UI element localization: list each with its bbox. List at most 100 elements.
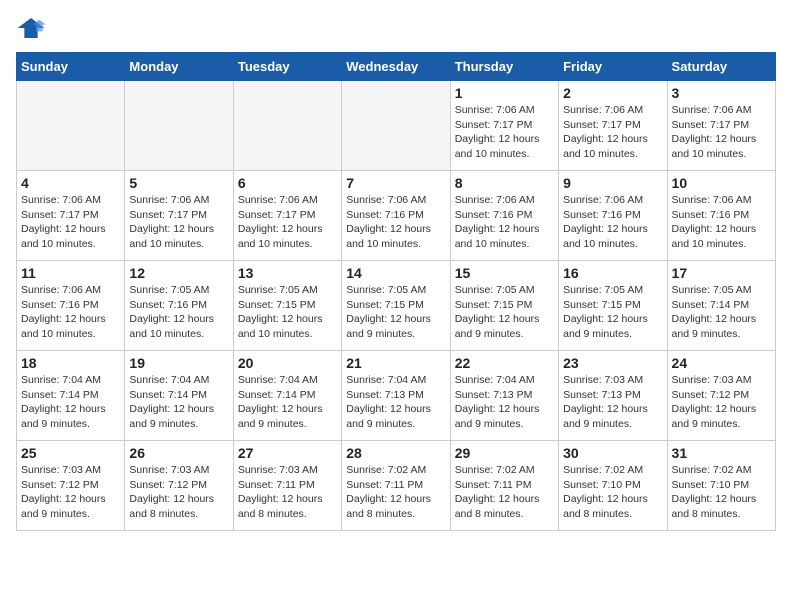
day-number: 15: [455, 265, 554, 281]
day-number: 8: [455, 175, 554, 191]
calendar-cell: 21Sunrise: 7:04 AM Sunset: 7:13 PM Dayli…: [342, 351, 450, 441]
calendar-cell: [233, 81, 341, 171]
day-number: 12: [129, 265, 228, 281]
day-info: Sunrise: 7:06 AM Sunset: 7:16 PM Dayligh…: [455, 193, 554, 252]
day-info: Sunrise: 7:02 AM Sunset: 7:10 PM Dayligh…: [672, 463, 771, 522]
calendar-cell: 1Sunrise: 7:06 AM Sunset: 7:17 PM Daylig…: [450, 81, 558, 171]
day-number: 24: [672, 355, 771, 371]
calendar-cell: [17, 81, 125, 171]
day-info: Sunrise: 7:06 AM Sunset: 7:17 PM Dayligh…: [672, 103, 771, 162]
calendar-cell: 10 Sunrise: 7:06 AM Sunset: 7:16 PM Dayli…: [667, 171, 775, 261]
calendar-cell: 14 Sunrise: 7:05 AM Sunset: 7:15 PM Dayli…: [342, 261, 450, 351]
calendar-cell: 26 Sunrise: 7:03 AM Sunset: 7:12 PM Dayli…: [125, 441, 233, 531]
day-info: Sunrise: 7:06 AM Sunset: 7:17 PM Dayligh…: [129, 193, 228, 252]
day-number: 16: [563, 265, 662, 281]
header: [16, 16, 776, 40]
day-number: 3: [672, 85, 771, 101]
day-number: 26: [129, 445, 228, 461]
calendar-cell: 15 Sunrise: 7:05 AM Sunset: 7:15 PM Dayli…: [450, 261, 558, 351]
day-info: Sunrise: 7:02 AM Sunset: 7:11 PM Dayligh…: [346, 463, 445, 522]
calendar-cell: 29Sunrise: 7:02 AM Sunset: 7:11 PM Dayli…: [450, 441, 558, 531]
calendar-table: SundayMondayTuesdayWednesdayThursdayFrid…: [16, 52, 776, 531]
week-row-1: 1 Sunrise: 7:06 AM Sunset: 7:17 PM Daylig…: [17, 81, 776, 171]
day-header-sunday: Sunday: [17, 53, 125, 81]
day-number: 2: [563, 85, 662, 101]
day-number: 10: [672, 175, 771, 191]
calendar-cell: 6Sunrise: 7:06 AM Sunset: 7:17 PM Daylig…: [233, 171, 341, 261]
calendar-cell: 25 Sunrise: 7:03 AM Sunset: 7:12 PM Dayli…: [17, 441, 125, 531]
day-info: Sunrise: 7:04 AM Sunset: 7:14 PM Dayligh…: [129, 373, 228, 432]
day-info: Sunrise: 7:04 AM Sunset: 7:14 PM Dayligh…: [238, 373, 337, 432]
calendar-cell: 16 Sunrise: 7:05 AM Sunset: 7:15 PM Dayli…: [559, 261, 667, 351]
day-number: 9: [563, 175, 662, 191]
calendar-cell: 4 Sunrise: 7:06 AM Sunset: 7:17 PM Daylig…: [17, 171, 125, 261]
calendar-cell: 27 Sunrise: 7:03 AM Sunset: 7:11 PM Dayli…: [233, 441, 341, 531]
day-number: 13: [238, 265, 337, 281]
day-info: Sunrise: 7:04 AM Sunset: 7:13 PM Dayligh…: [455, 373, 554, 432]
day-info: Sunrise: 7:04 AM Sunset: 7:14 PM Dayligh…: [21, 373, 120, 432]
calendar-cell: 13 Sunrise: 7:05 AM Sunset: 7:15 PM Dayli…: [233, 261, 341, 351]
day-number: 1: [455, 85, 554, 101]
logo-icon: [16, 16, 46, 40]
day-info: Sunrise: 7:06 AM Sunset: 7:16 PM Dayligh…: [563, 193, 662, 252]
logo: [16, 16, 50, 40]
day-info: Sunrise: 7:06 AM Sunset: 7:17 PM Dayligh…: [238, 193, 337, 252]
calendar-cell: 30Sunrise: 7:02 AM Sunset: 7:10 PM Dayli…: [559, 441, 667, 531]
day-number: 18: [21, 355, 120, 371]
day-info: Sunrise: 7:05 AM Sunset: 7:15 PM Dayligh…: [238, 283, 337, 342]
day-number: 27: [238, 445, 337, 461]
day-info: Sunrise: 7:05 AM Sunset: 7:16 PM Dayligh…: [129, 283, 228, 342]
day-info: Sunrise: 7:03 AM Sunset: 7:12 PM Dayligh…: [672, 373, 771, 432]
day-header-thursday: Thursday: [450, 53, 558, 81]
day-number: 25: [21, 445, 120, 461]
day-number: 17: [672, 265, 771, 281]
calendar-cell: 19 Sunrise: 7:04 AM Sunset: 7:14 PM Dayli…: [125, 351, 233, 441]
calendar-cell: 11 Sunrise: 7:06 AM Sunset: 7:16 PM Dayli…: [17, 261, 125, 351]
calendar-cell: 18 Sunrise: 7:04 AM Sunset: 7:14 PM Dayli…: [17, 351, 125, 441]
day-number: 31: [672, 445, 771, 461]
calendar-cell: 7Sunrise: 7:06 AM Sunset: 7:16 PM Daylig…: [342, 171, 450, 261]
calendar-cell: 31 Sunrise: 7:02 AM Sunset: 7:10 PM Dayli…: [667, 441, 775, 531]
calendar-cell: 12 Sunrise: 7:05 AM Sunset: 7:16 PM Dayli…: [125, 261, 233, 351]
calendar-cell: 20Sunrise: 7:04 AM Sunset: 7:14 PM Dayli…: [233, 351, 341, 441]
calendar-cell: 23 Sunrise: 7:03 AM Sunset: 7:13 PM Dayli…: [559, 351, 667, 441]
week-row-2: 4 Sunrise: 7:06 AM Sunset: 7:17 PM Daylig…: [17, 171, 776, 261]
calendar-cell: 22Sunrise: 7:04 AM Sunset: 7:13 PM Dayli…: [450, 351, 558, 441]
day-number: 11: [21, 265, 120, 281]
week-row-3: 11 Sunrise: 7:06 AM Sunset: 7:16 PM Dayli…: [17, 261, 776, 351]
day-info: Sunrise: 7:03 AM Sunset: 7:13 PM Dayligh…: [563, 373, 662, 432]
calendar-cell: 5 Sunrise: 7:06 AM Sunset: 7:17 PM Daylig…: [125, 171, 233, 261]
day-info: Sunrise: 7:06 AM Sunset: 7:16 PM Dayligh…: [21, 283, 120, 342]
day-info: Sunrise: 7:06 AM Sunset: 7:16 PM Dayligh…: [672, 193, 771, 252]
day-info: Sunrise: 7:03 AM Sunset: 7:12 PM Dayligh…: [129, 463, 228, 522]
day-info: Sunrise: 7:05 AM Sunset: 7:14 PM Dayligh…: [672, 283, 771, 342]
day-info: Sunrise: 7:02 AM Sunset: 7:10 PM Dayligh…: [563, 463, 662, 522]
calendar-cell: 8 Sunrise: 7:06 AM Sunset: 7:16 PM Daylig…: [450, 171, 558, 261]
day-info: Sunrise: 7:05 AM Sunset: 7:15 PM Dayligh…: [346, 283, 445, 342]
day-info: Sunrise: 7:03 AM Sunset: 7:12 PM Dayligh…: [21, 463, 120, 522]
day-header-friday: Friday: [559, 53, 667, 81]
calendar-cell: 28 Sunrise: 7:02 AM Sunset: 7:11 PM Dayli…: [342, 441, 450, 531]
day-header-wednesday: Wednesday: [342, 53, 450, 81]
calendar-cell: 24 Sunrise: 7:03 AM Sunset: 7:12 PM Dayli…: [667, 351, 775, 441]
calendar-cell: [342, 81, 450, 171]
day-header-tuesday: Tuesday: [233, 53, 341, 81]
day-number: 5: [129, 175, 228, 191]
day-info: Sunrise: 7:05 AM Sunset: 7:15 PM Dayligh…: [563, 283, 662, 342]
day-number: 23: [563, 355, 662, 371]
day-number: 14: [346, 265, 445, 281]
day-info: Sunrise: 7:06 AM Sunset: 7:16 PM Dayligh…: [346, 193, 445, 252]
day-number: 28: [346, 445, 445, 461]
day-info: Sunrise: 7:03 AM Sunset: 7:11 PM Dayligh…: [238, 463, 337, 522]
week-row-5: 25 Sunrise: 7:03 AM Sunset: 7:12 PM Dayli…: [17, 441, 776, 531]
day-number: 4: [21, 175, 120, 191]
calendar-cell: 9 Sunrise: 7:06 AM Sunset: 7:16 PM Daylig…: [559, 171, 667, 261]
day-info: Sunrise: 7:06 AM Sunset: 7:17 PM Dayligh…: [21, 193, 120, 252]
day-info: Sunrise: 7:04 AM Sunset: 7:13 PM Dayligh…: [346, 373, 445, 432]
day-header-monday: Monday: [125, 53, 233, 81]
day-header-saturday: Saturday: [667, 53, 775, 81]
day-number: 19: [129, 355, 228, 371]
header-row: SundayMondayTuesdayWednesdayThursdayFrid…: [17, 53, 776, 81]
day-number: 29: [455, 445, 554, 461]
day-info: Sunrise: 7:05 AM Sunset: 7:15 PM Dayligh…: [455, 283, 554, 342]
